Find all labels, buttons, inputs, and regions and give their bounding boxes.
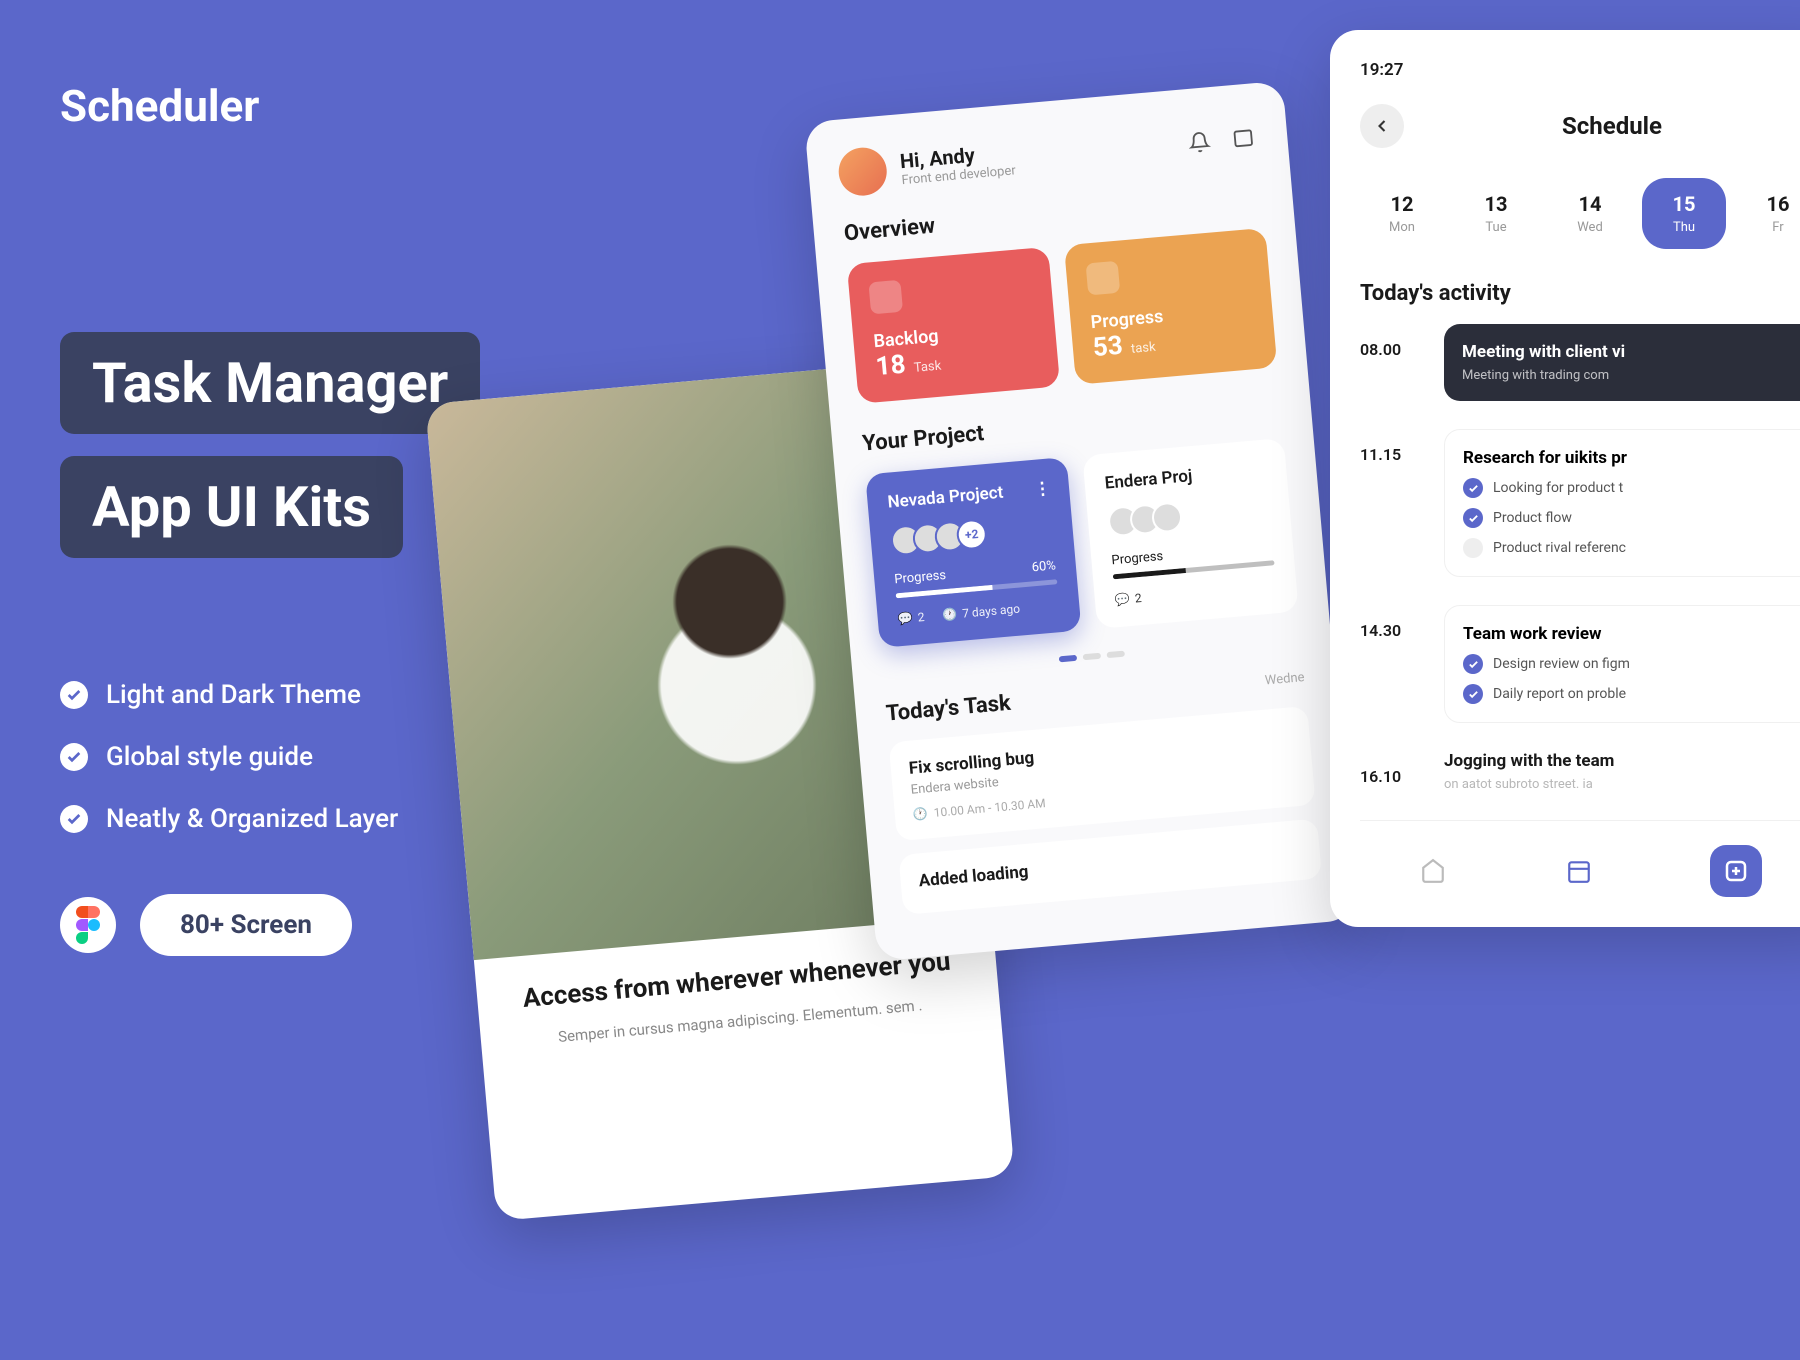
user-avatar[interactable] [837,146,889,198]
project-card-nevada[interactable]: Nevada Project⋮ +2 Progress60% 💬 2 🕐 7 d… [865,457,1081,648]
card-unit: task [1130,340,1156,357]
home-screen: Hi, Andy Front end developer Overview Ba… [804,81,1356,962]
project-title: Nevada Project [887,483,1004,513]
headline-2: App UI Kits [60,456,403,558]
card-count: 18 [875,350,907,382]
schedule-screen: 19:27 Schedule 12Mon 13Tue 14Wed 15Thu 1… [1330,30,1800,927]
bell-icon[interactable] [1184,127,1214,157]
progress-icon [1086,261,1121,296]
project-title: Endera Proj [1104,466,1193,494]
headline-1: Task Manager [60,332,480,434]
bottom-nav [1360,820,1800,897]
back-button[interactable] [1360,104,1404,148]
activity-item: Looking for product t [1493,480,1623,496]
screen-count-badge: 80+ Screen [140,894,352,956]
task-card[interactable]: Fix scrolling bug Endera website 🕐 10.00… [889,706,1316,841]
check-icon [60,681,88,709]
task-title: Added loading [918,838,1302,891]
day-mon[interactable]: 12Mon [1360,178,1444,249]
activity-time: 14.30 [1360,605,1424,723]
day-wed[interactable]: 14Wed [1548,178,1632,249]
project-date: 🕐 7 days ago [942,602,1021,623]
activity-item: Design review on figm [1493,656,1630,672]
activity-card[interactable]: Meeting with client vi Meeting with trad… [1444,324,1800,401]
progress-card[interactable]: Progress 53task [1064,228,1277,385]
activity-title: Jogging with the team [1444,751,1800,771]
check-icon[interactable] [1463,538,1483,558]
activity-title: Research for uikits pr [1463,448,1800,468]
activity-item: Product rival referenc [1493,540,1626,556]
progress-label: Progress [1111,549,1164,568]
calendar-icon [868,280,903,315]
comment-count: 💬 2 [1114,591,1142,607]
activity-item: Product flow [1493,510,1572,526]
day-thu[interactable]: 15Thu [1642,178,1726,249]
more-icon[interactable]: ⋮ [1033,479,1050,500]
activity-card[interactable]: Team work review Design review on figm D… [1444,605,1800,723]
task-heading: Today's Task [885,691,1012,727]
day-fri[interactable]: 16Fr [1736,178,1800,249]
card-unit: Task [913,359,942,376]
progress-value: 60% [1031,558,1056,575]
activity-time: 08.00 [1360,324,1424,401]
activity-card[interactable]: Research for uikits pr Looking for produ… [1444,429,1800,577]
activity-item: Daily report on proble [1493,686,1626,702]
task-day: Wedne [1264,670,1305,688]
activity-time: 16.10 [1360,751,1424,792]
figma-icon [60,897,116,953]
backlog-card[interactable]: Backlog 18Task [847,247,1060,404]
activity-time: 11.15 [1360,429,1424,577]
activity-subtitle: on aatot subroto street. ia [1444,777,1800,792]
check-icon [60,805,88,833]
check-icon[interactable] [1463,508,1483,528]
home-icon[interactable] [1418,856,1448,886]
progress-label: Progress [894,568,947,587]
activity-title: Team work review [1463,624,1800,644]
calendar-icon[interactable] [1564,856,1594,886]
page-title: Schedule [1404,112,1800,140]
check-icon[interactable] [1463,654,1483,674]
day-picker[interactable]: 12Mon 13Tue 14Wed 15Thu 16Fr [1360,178,1800,249]
activity-title: Meeting with client vi [1462,342,1800,362]
project-card-endera[interactable]: Endera Proj Progress 💬 2 [1082,438,1298,629]
activity-subtitle: Meeting with trading com [1462,368,1800,383]
activity-heading: Today's activity [1360,281,1800,306]
check-icon [60,743,88,771]
check-icon[interactable] [1463,684,1483,704]
day-tue[interactable]: 13Tue [1454,178,1538,249]
check-icon[interactable] [1463,478,1483,498]
feature-text: Light and Dark Theme [106,680,361,710]
card-count: 53 [1092,331,1124,363]
feature-text: Neatly & Organized Layer [106,804,398,834]
status-bar-time: 19:27 [1360,60,1800,80]
comment-count: 💬 2 [897,610,925,626]
feature-text: Global style guide [106,742,313,772]
add-button[interactable] [1710,845,1762,897]
inbox-icon[interactable] [1228,123,1258,153]
